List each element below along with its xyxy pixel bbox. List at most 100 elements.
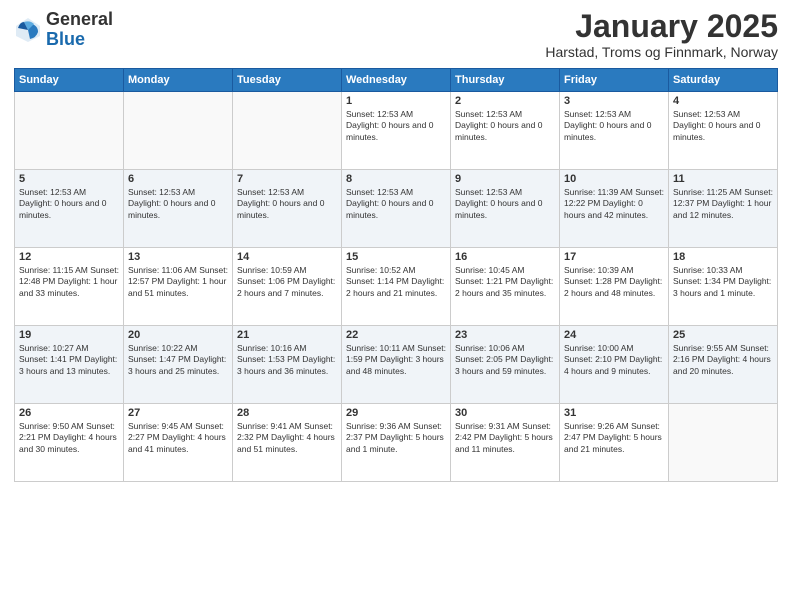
- location-text: Harstad, Troms og Finnmark, Norway: [545, 44, 778, 60]
- title-block: January 2025 Harstad, Troms og Finnmark,…: [545, 10, 778, 60]
- day-info: Sunrise: 10:27 AM Sunset: 1:41 PM Daylig…: [19, 343, 119, 377]
- day-number: 20: [128, 329, 228, 341]
- calendar-table: Sunday Monday Tuesday Wednesday Thursday…: [14, 68, 778, 482]
- col-tuesday: Tuesday: [233, 69, 342, 92]
- table-row: 21 Sunrise: 10:16 AM Sunset: 1:53 PM Dayl…: [233, 326, 342, 404]
- month-title: January 2025: [545, 10, 778, 42]
- day-info: Sunset: 12:53 AM Daylight: 0 hours and 0…: [346, 109, 446, 143]
- day-info: Sunrise: 9:36 AM Sunset: 2:37 PM Dayligh…: [346, 421, 446, 455]
- day-number: 7: [237, 173, 337, 185]
- table-row: 17 Sunrise: 10:39 AM Sunset: 1:28 PM Dayl…: [560, 248, 669, 326]
- table-row: [15, 92, 124, 170]
- table-row: 23 Sunrise: 10:06 AM Sunset: 2:05 PM Dayl…: [451, 326, 560, 404]
- day-number: 5: [19, 173, 119, 185]
- logo: General Blue: [14, 10, 113, 50]
- day-number: 28: [237, 407, 337, 419]
- day-number: 13: [128, 251, 228, 263]
- day-number: 24: [564, 329, 664, 341]
- table-row: [669, 404, 778, 482]
- day-number: 11: [673, 173, 773, 185]
- table-row: 10Sunrise: 11:39 AM Sunset: 12:22 PM Day…: [560, 170, 669, 248]
- page-container: General Blue January 2025 Harstad, Troms…: [0, 0, 792, 612]
- day-info: Sunrise: 10:33 AM Sunset: 1:34 PM Daylig…: [673, 265, 773, 299]
- day-info: Sunrise: 11:15 AM Sunset: 12:48 PM Dayli…: [19, 265, 119, 299]
- day-info: Sunrise: 10:39 AM Sunset: 1:28 PM Daylig…: [564, 265, 664, 299]
- col-friday: Friday: [560, 69, 669, 92]
- day-number: 2: [455, 95, 555, 107]
- col-monday: Monday: [124, 69, 233, 92]
- table-row: 3Sunset: 12:53 AM Daylight: 0 hours and …: [560, 92, 669, 170]
- day-info: Sunset: 12:53 AM Daylight: 0 hours and 0…: [673, 109, 773, 143]
- table-row: 28 Sunrise: 9:41 AM Sunset: 2:32 PM Dayli…: [233, 404, 342, 482]
- table-row: 24Sunrise: 10:00 AM Sunset: 2:10 PM Dayl…: [560, 326, 669, 404]
- logo-blue-text: Blue: [46, 29, 85, 49]
- table-row: 27Sunrise: 9:45 AM Sunset: 2:27 PM Dayli…: [124, 404, 233, 482]
- day-info: Sunrise: 10:11 AM Sunset: 1:59 PM Daylig…: [346, 343, 446, 377]
- table-row: [124, 92, 233, 170]
- day-info: Sunset: 12:53 AM Daylight: 0 hours and 0…: [455, 187, 555, 221]
- table-row: 31 Sunrise: 9:26 AM Sunset: 2:47 PM Dayli…: [560, 404, 669, 482]
- day-number: 25: [673, 329, 773, 341]
- logo-text: General Blue: [46, 10, 113, 50]
- col-thursday: Thursday: [451, 69, 560, 92]
- table-row: 2 Sunset: 12:53 AM Daylight: 0 hours and …: [451, 92, 560, 170]
- day-info: Sunrise: 10:59 AM Sunset: 1:06 PM Daylig…: [237, 265, 337, 299]
- day-number: 15: [346, 251, 446, 263]
- day-info: Sunrise: 10:06 AM Sunset: 2:05 PM Daylig…: [455, 343, 555, 377]
- day-info: Sunrise: 11:06 AM Sunset: 12:57 PM Dayli…: [128, 265, 228, 299]
- day-number: 8: [346, 173, 446, 185]
- day-number: 16: [455, 251, 555, 263]
- day-info: Sunrise: 10:16 AM Sunset: 1:53 PM Daylig…: [237, 343, 337, 377]
- table-row: 7 Sunset: 12:53 AM Daylight: 0 hours and …: [233, 170, 342, 248]
- table-row: 14Sunrise: 10:59 AM Sunset: 1:06 PM Dayl…: [233, 248, 342, 326]
- logo-general-text: General: [46, 9, 113, 29]
- table-row: 16 Sunrise: 10:45 AM Sunset: 1:21 PM Dayl…: [451, 248, 560, 326]
- table-row: [233, 92, 342, 170]
- day-number: 27: [128, 407, 228, 419]
- table-row: 8Sunset: 12:53 AM Daylight: 0 hours and …: [342, 170, 451, 248]
- day-number: 17: [564, 251, 664, 263]
- day-number: 30: [455, 407, 555, 419]
- table-row: 29Sunrise: 9:36 AM Sunset: 2:37 PM Dayli…: [342, 404, 451, 482]
- table-row: 13 Sunrise: 11:06 AM Sunset: 12:57 PM Day…: [124, 248, 233, 326]
- day-number: 12: [19, 251, 119, 263]
- day-info: Sunrise: 9:41 AM Sunset: 2:32 PM Dayligh…: [237, 421, 337, 455]
- calendar-week-2: 12 Sunrise: 11:15 AM Sunset: 12:48 PM Day…: [15, 248, 778, 326]
- table-row: 18 Sunrise: 10:33 AM Sunset: 1:34 PM Dayl…: [669, 248, 778, 326]
- day-info: Sunrise: 10:22 AM Sunset: 1:47 PM Daylig…: [128, 343, 228, 377]
- day-info: Sunrise: 9:26 AM Sunset: 2:47 PM Dayligh…: [564, 421, 664, 455]
- table-row: 9 Sunset: 12:53 AM Daylight: 0 hours and …: [451, 170, 560, 248]
- day-number: 26: [19, 407, 119, 419]
- table-row: 26Sunrise: 9:50 AM Sunset: 2:21 PM Dayli…: [15, 404, 124, 482]
- day-info: Sunset: 12:53 AM Daylight: 0 hours and 0…: [237, 187, 337, 221]
- day-number: 31: [564, 407, 664, 419]
- day-number: 21: [237, 329, 337, 341]
- day-number: 4: [673, 95, 773, 107]
- table-row: 20 Sunrise: 10:22 AM Sunset: 1:47 PM Dayl…: [124, 326, 233, 404]
- calendar-header-row: Sunday Monday Tuesday Wednesday Thursday…: [15, 69, 778, 92]
- col-wednesday: Wednesday: [342, 69, 451, 92]
- day-number: 9: [455, 173, 555, 185]
- table-row: 15Sunrise: 10:52 AM Sunset: 1:14 PM Dayl…: [342, 248, 451, 326]
- table-row: 30 Sunrise: 9:31 AM Sunset: 2:42 PM Dayli…: [451, 404, 560, 482]
- day-number: 19: [19, 329, 119, 341]
- day-number: 18: [673, 251, 773, 263]
- calendar-week-4: 26Sunrise: 9:50 AM Sunset: 2:21 PM Dayli…: [15, 404, 778, 482]
- table-row: 12 Sunrise: 11:15 AM Sunset: 12:48 PM Day…: [15, 248, 124, 326]
- day-number: 10: [564, 173, 664, 185]
- day-number: 6: [128, 173, 228, 185]
- day-info: Sunrise: 9:55 AM Sunset: 2:16 PM Dayligh…: [673, 343, 773, 377]
- table-row: 6Sunset: 12:53 AM Daylight: 0 hours and …: [124, 170, 233, 248]
- day-info: Sunrise: 10:45 AM Sunset: 1:21 PM Daylig…: [455, 265, 555, 299]
- table-row: 4 Sunset: 12:53 AM Daylight: 0 hours and …: [669, 92, 778, 170]
- calendar-week-0: 1 Sunset: 12:53 AM Daylight: 0 hours and …: [15, 92, 778, 170]
- day-number: 1: [346, 95, 446, 107]
- day-number: 23: [455, 329, 555, 341]
- day-info: Sunset: 12:53 AM Daylight: 0 hours and 0…: [455, 109, 555, 143]
- table-row: 19 Sunrise: 10:27 AM Sunset: 1:41 PM Dayl…: [15, 326, 124, 404]
- calendar-week-3: 19 Sunrise: 10:27 AM Sunset: 1:41 PM Dayl…: [15, 326, 778, 404]
- day-info: Sunrise: 9:31 AM Sunset: 2:42 PM Dayligh…: [455, 421, 555, 455]
- day-info: Sunrise: 11:25 AM Sunset: 12:37 PM Dayli…: [673, 187, 773, 221]
- day-number: 22: [346, 329, 446, 341]
- day-info: Sunset: 12:53 AM Daylight: 0 hours and 0…: [19, 187, 119, 221]
